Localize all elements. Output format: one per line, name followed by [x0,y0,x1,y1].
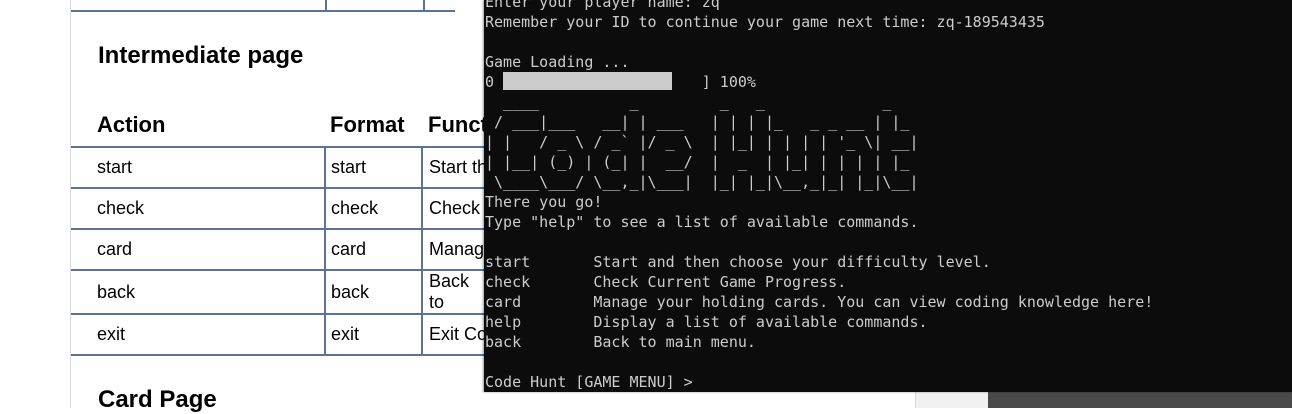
cell-action: back [71,270,326,315]
terminal-window[interactable]: Enter your player name: zq Remember your… [484,0,1292,392]
cell-format: back [325,270,423,315]
terminal-line: Type "help" to see a list of available c… [485,213,919,231]
heading-card-page: Card Page [98,386,217,413]
cell-action: exit [71,314,326,356]
cell-action: check [71,188,326,230]
table-row: exit exit Exit Co [71,314,488,356]
ascii-art-line: | | / _ \ / _` |/ _ \ | |_| | | | | '_ \… [485,133,919,151]
command-table: Action Format Funct start start Start th… [71,104,488,356]
terminal-line: There you go! [485,193,603,211]
command-help-line: check Check Current Game Progress. [485,273,847,291]
terminal-line: Enter your player name: zq [485,0,720,11]
heading-intermediate-page: Intermediate page [98,42,304,69]
command-help-line: card Manage your holding cards. You can … [485,293,1154,311]
table-row: check check Check [71,188,488,230]
command-prompt[interactable]: Code Hunt [GAME MENU] > [485,373,693,391]
command-help-line: help Display a list of available command… [485,313,928,331]
ascii-art-line: | |__| (_) | (_| | __/ | _ | |_| | | | |… [485,153,910,171]
cell-action: start [71,147,326,189]
terminal-output: Enter your player name: zq Remember your… [485,0,1153,392]
ascii-art-line: \____\___/ \__,_|\___| |_| |_|\__,_|_| |… [485,173,919,191]
header-format: Format [325,104,422,148]
cell-function: Manag [422,229,488,271]
terminal-line: Remember your ID to continue your game n… [485,13,1045,31]
table-row: start start Start th [71,147,488,189]
cell-action: card [71,229,326,271]
cell-function: Back to [422,270,488,315]
taskbar-strip [988,392,1292,408]
progress-line: 0 ] 100% [485,73,756,91]
ascii-art-line: ____ _ _ _ _ [485,93,892,111]
cell-format: start [325,147,423,189]
table-row: card card Manag [71,229,488,271]
header-function: Funct [422,104,488,148]
table-row: back back Back to [71,270,488,315]
cell-format: check [325,188,423,230]
cell-function: Start th [422,147,488,189]
cell-format: card [325,229,423,271]
header-action: Action [71,104,325,148]
ascii-art-line: / ___|___ __| | ___ | | | |_ _ _ __ | |_ [485,113,910,131]
command-help-line: back Back to main menu. [485,333,756,351]
table-header-row: Action Format Funct [71,104,488,148]
cell-format: exit [325,314,423,356]
terminal-line: Game Loading ... [485,53,630,71]
command-help-line: start Start and then choose your difficu… [485,253,991,271]
cell-function: Exit Co [422,314,488,356]
cell-function: Check [422,188,488,230]
